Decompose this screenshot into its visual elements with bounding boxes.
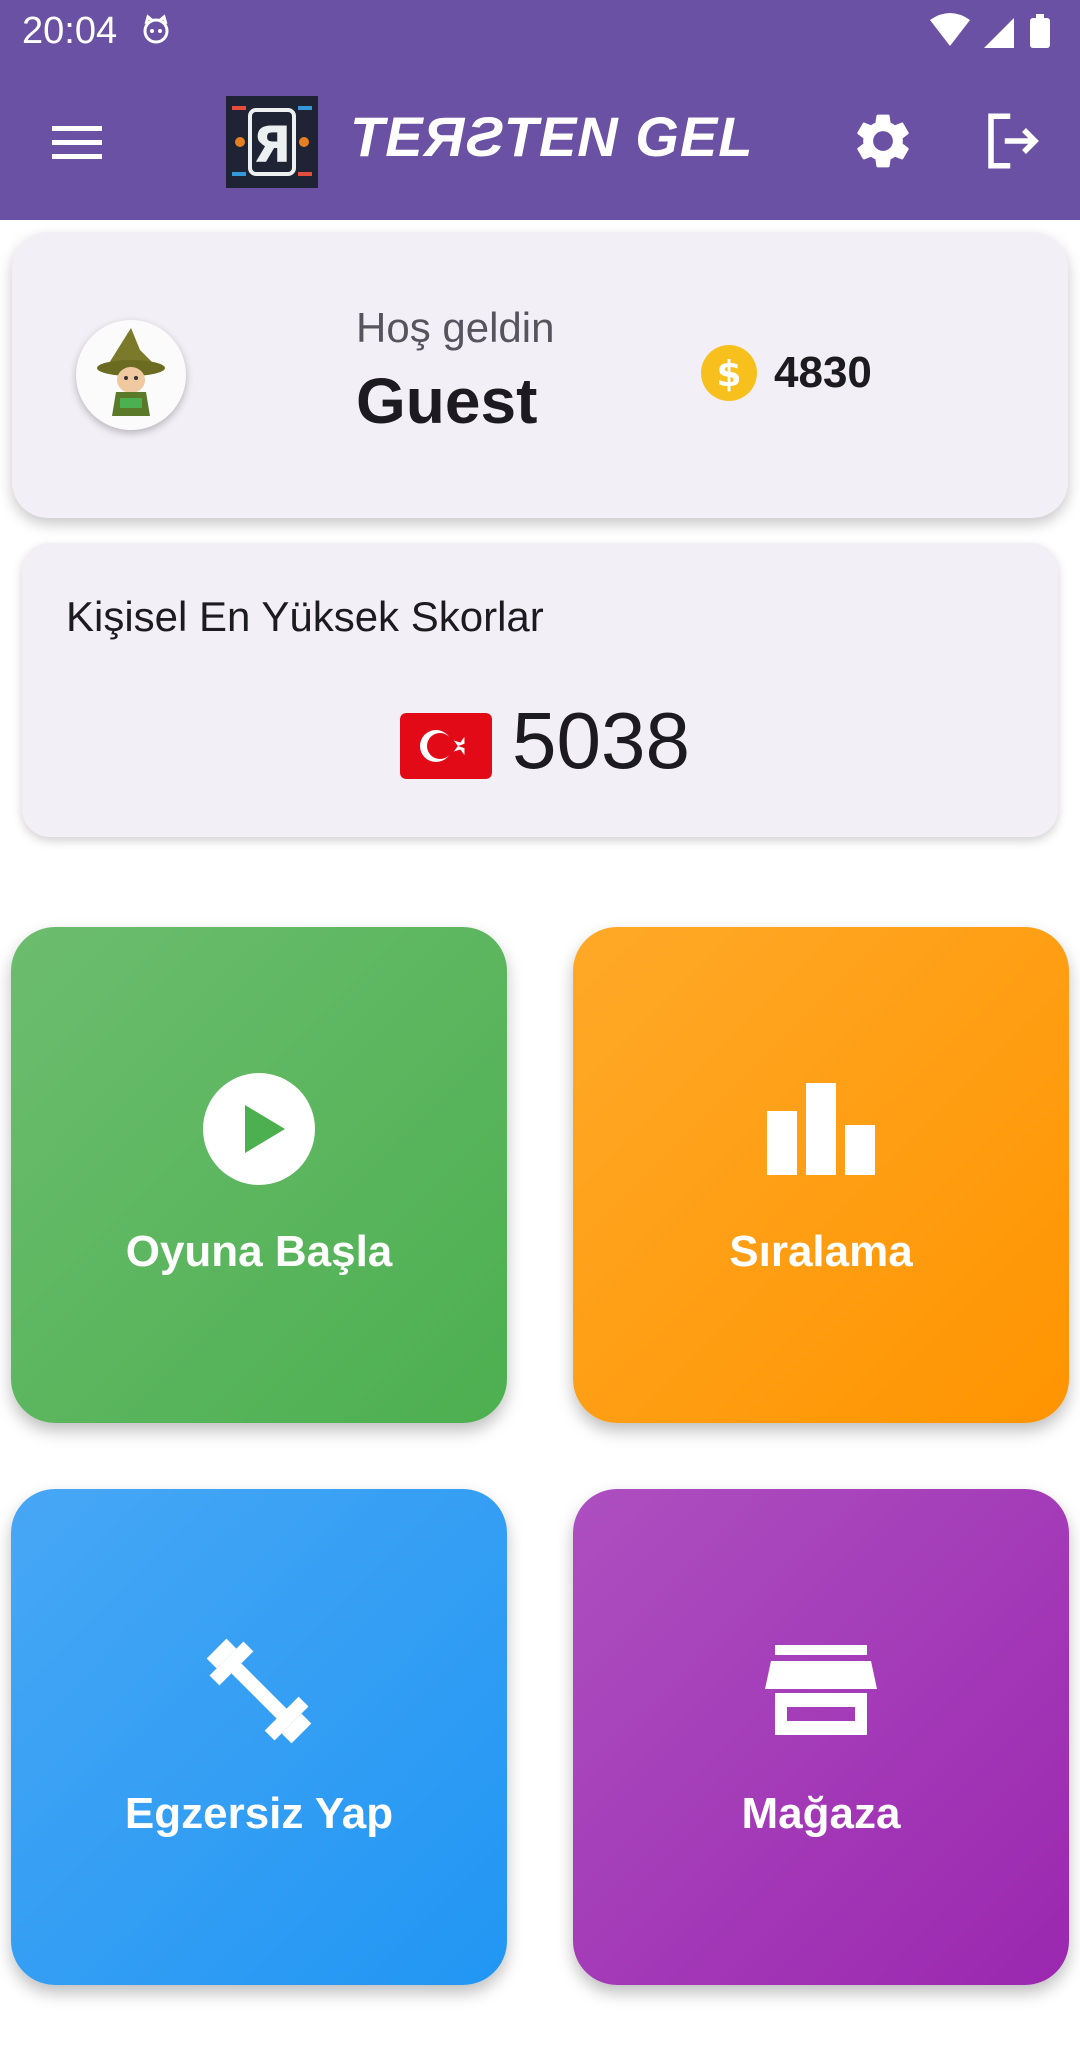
- fitness-icon: [206, 1638, 312, 1744]
- logout-icon[interactable]: [980, 108, 1046, 174]
- greeting-text: Hoş geldin: [356, 304, 555, 351]
- menu-icon[interactable]: [36, 110, 116, 176]
- top-app-bar: 20:04 Я TEЯƧTEN GEL: [0, 0, 1080, 220]
- signal-icon: [984, 18, 1014, 48]
- status-time: 20:04: [22, 10, 118, 52]
- avatar[interactable]: [76, 320, 186, 430]
- high-score-value: 5038: [512, 696, 690, 785]
- leaderboard-button[interactable]: Sıralama: [573, 927, 1069, 1423]
- exercise-label: Egzersiz Yap: [124, 1789, 394, 1838]
- svg-text:$: $: [716, 354, 741, 395]
- app-logo: Я: [226, 96, 318, 188]
- turkey-flag-icon: [400, 713, 492, 779]
- bar-chart-icon: [767, 1083, 875, 1175]
- store-label: Mağaza: [741, 1789, 901, 1838]
- start-game-button[interactable]: Oyuna Başla: [11, 927, 507, 1423]
- store-icon: [765, 1645, 877, 1735]
- notification-cat-icon: [143, 14, 169, 44]
- settings-icon[interactable]: [850, 108, 916, 174]
- coin-icon: $: [701, 345, 757, 401]
- leaderboard-label: Sıralama: [729, 1227, 913, 1276]
- coin-count: 4830: [774, 348, 872, 397]
- battery-icon: [1030, 18, 1050, 48]
- play-icon: [203, 1073, 315, 1185]
- exercise-button[interactable]: Egzersiz Yap: [11, 1489, 507, 1985]
- username: Guest: [356, 365, 538, 437]
- app-title: TEЯƧTEN GEL: [350, 105, 754, 168]
- wifi-icon: [930, 13, 970, 46]
- status-bar: 20:04: [0, 0, 1080, 66]
- welcome-card: Hoş geldin Guest $ 4830: [12, 232, 1068, 518]
- start-game-label: Oyuna Başla: [125, 1227, 393, 1276]
- store-button[interactable]: Mağaza: [573, 1489, 1069, 1985]
- high-scores-card: Kişisel En Yüksek Skorlar 5038: [22, 543, 1058, 837]
- high-scores-heading: Kişisel En Yüksek Skorlar: [66, 593, 544, 640]
- wizard-avatar-icon: [97, 328, 165, 416]
- system-status-icons: [930, 13, 1050, 48]
- svg-text:Я: Я: [253, 116, 292, 174]
- app-bar: Я TEЯƧTEN GEL: [0, 66, 1080, 220]
